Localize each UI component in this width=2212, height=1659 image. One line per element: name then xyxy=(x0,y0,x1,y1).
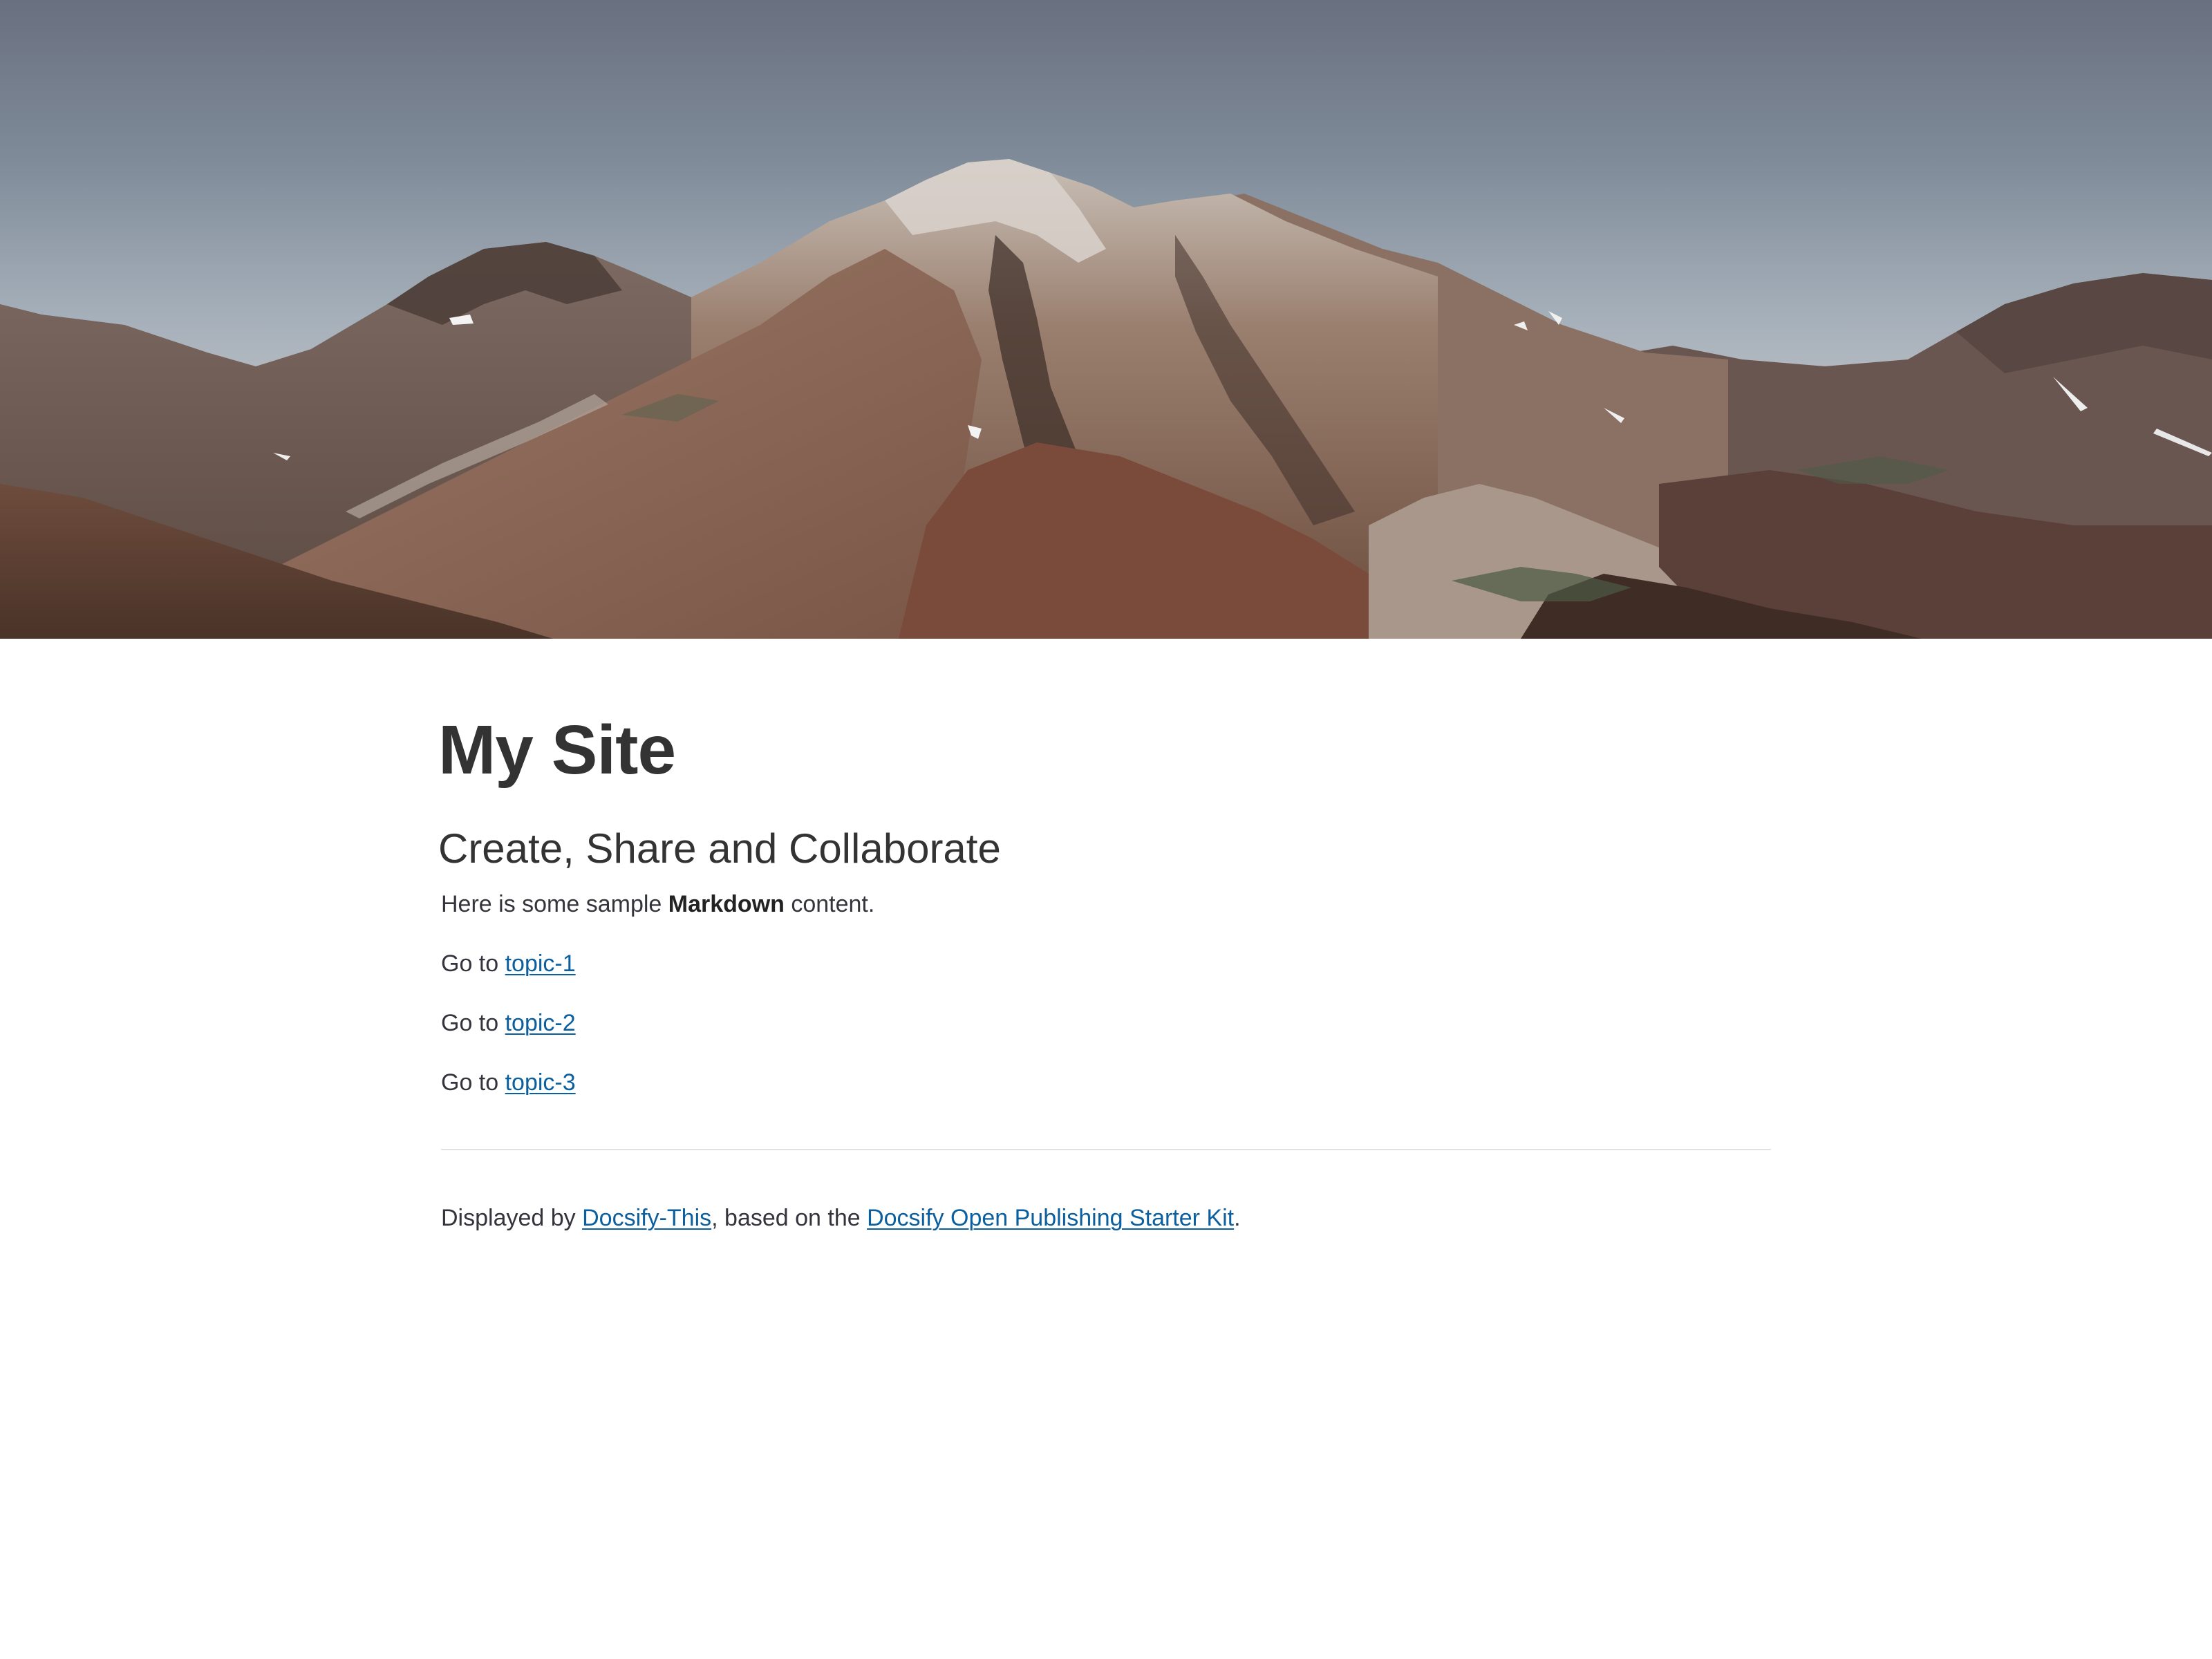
topic-2-link[interactable]: topic-2 xyxy=(505,1010,576,1036)
topic-1-link[interactable]: topic-1 xyxy=(505,950,576,977)
topic-1-paragraph: Go to topic-1 xyxy=(441,946,576,981)
intro-text-after: content. xyxy=(784,891,875,917)
footer-prefix: Displayed by xyxy=(441,1205,583,1231)
topic-3-link[interactable]: topic-3 xyxy=(505,1069,576,1096)
intro-bold-text: Markdown xyxy=(668,891,785,917)
footer-divider xyxy=(441,1149,1771,1150)
topic-3-paragraph: Go to topic-3 xyxy=(441,1065,576,1100)
topic-3-prefix: Go to xyxy=(441,1069,505,1096)
mountain-landscape-illustration xyxy=(0,0,2212,639)
footer-middle: , based on the xyxy=(711,1205,868,1231)
topic-2-paragraph: Go to topic-2 xyxy=(441,1006,576,1040)
intro-text-before: Here is some sample xyxy=(441,891,668,917)
starter-kit-link[interactable]: Docsify Open Publishing Starter Kit xyxy=(867,1205,1234,1231)
docsify-this-link[interactable]: Docsify-This xyxy=(582,1205,711,1231)
footer-credit: Displayed by Docsify-This, based on the … xyxy=(441,1201,1241,1235)
footer-suffix: . xyxy=(1234,1205,1241,1231)
hero-banner-image xyxy=(0,0,2212,639)
intro-paragraph: Here is some sample Markdown content. xyxy=(441,887,874,921)
page-subtitle: Create, Share and Collaborate xyxy=(438,825,1001,872)
topic-2-prefix: Go to xyxy=(441,1010,505,1036)
page-title: My Site xyxy=(438,711,676,789)
topic-1-prefix: Go to xyxy=(441,950,505,977)
